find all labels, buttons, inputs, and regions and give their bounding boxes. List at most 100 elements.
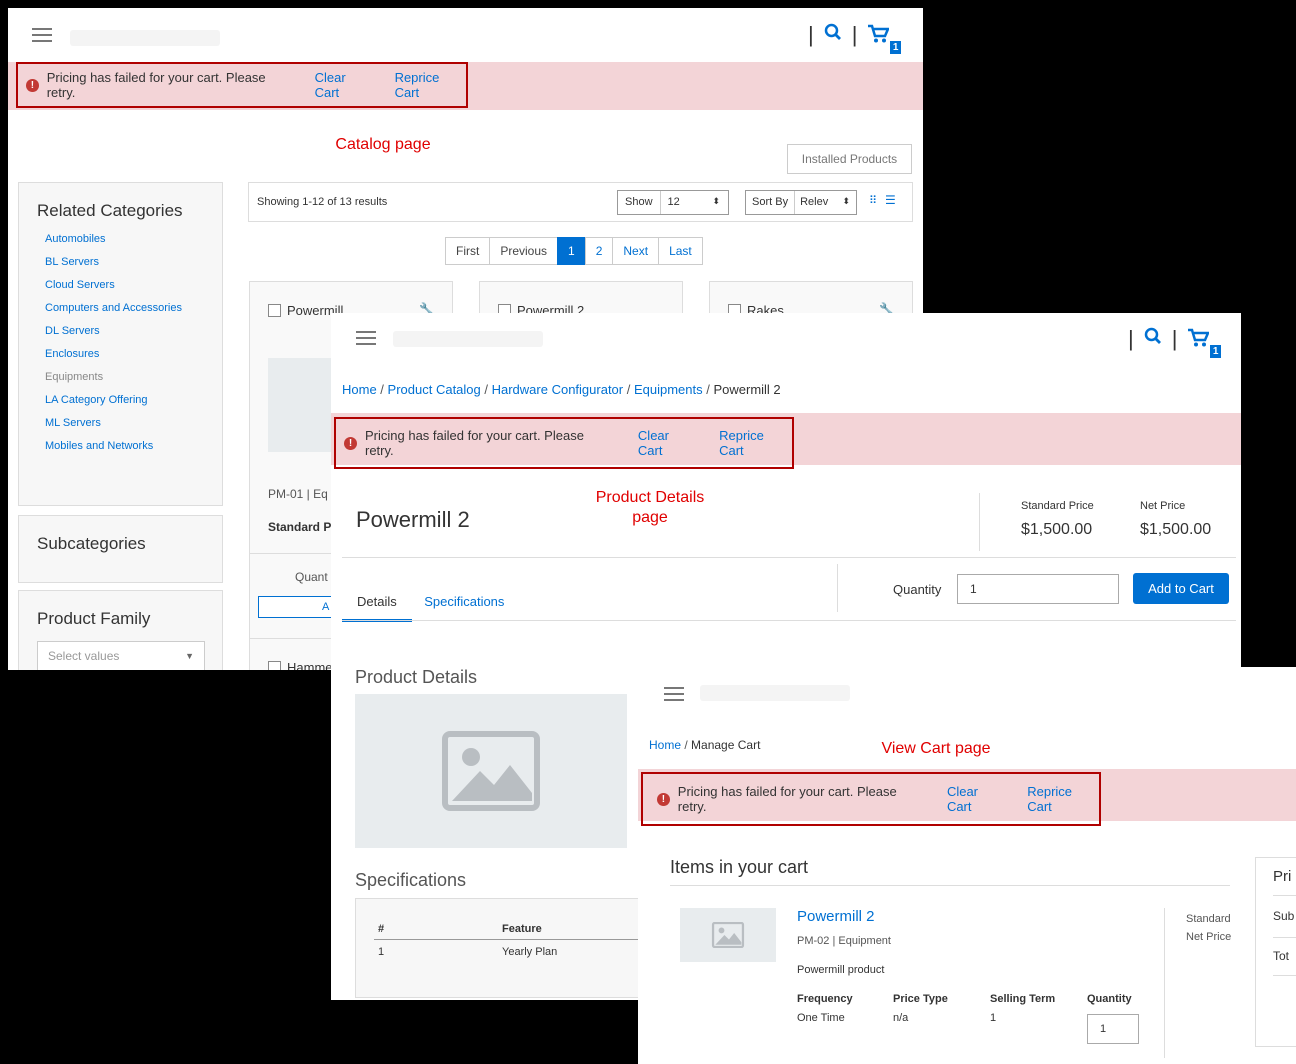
cart-item-name[interactable]: Powermill 2	[797, 908, 875, 925]
divider	[1273, 895, 1296, 896]
breadcrumb-item[interactable]: Home	[342, 382, 377, 397]
quantity-label: Quantity	[893, 582, 942, 597]
clear-cart-link[interactable]: Clear Cart	[947, 784, 1005, 814]
breadcrumb-item[interactable]: Home	[649, 738, 681, 752]
results-toolbar: Showing 1-12 of 13 results Show 12 ⬍ Sor…	[248, 182, 913, 222]
page-1[interactable]: 1	[557, 237, 586, 265]
alert-message: Pricing has failed for your cart. Please…	[677, 784, 897, 814]
page-last[interactable]: Last	[658, 237, 703, 265]
separator: |	[851, 22, 858, 47]
cart-icon[interactable]: 1	[867, 24, 902, 54]
clear-cart-link[interactable]: Clear Cart	[638, 428, 697, 458]
category-link[interactable]: Cloud Servers	[45, 279, 222, 291]
menu-icon[interactable]	[356, 331, 376, 345]
cart-field-label: Price Type	[893, 993, 948, 1005]
breadcrumb-item[interactable]: Hardware Configurator	[492, 382, 624, 397]
logo	[70, 30, 220, 46]
breadcrumb: Home / Manage Cart	[649, 738, 760, 752]
pricing-alert: ! Pricing has failed for your cart. Plea…	[641, 772, 1101, 826]
add-to-cart-button[interactable]: Add to Cart	[1133, 573, 1229, 604]
tab-specifications[interactable]: Specifications	[416, 588, 512, 619]
cart-field-label: Selling Term	[990, 993, 1056, 1005]
standard-price-label: Standard P	[268, 520, 332, 534]
reprice-cart-link[interactable]: Reprice Cart	[719, 428, 792, 458]
net-price-label: Net Price	[1140, 500, 1186, 512]
category-link[interactable]: Mobiles and Networks	[45, 440, 222, 452]
divider	[342, 620, 1236, 621]
cart-icon[interactable]: 1	[1187, 328, 1222, 358]
page-2[interactable]: 2	[584, 237, 614, 265]
sortby-select[interactable]: Sort By Relev ⬍	[745, 190, 857, 215]
menu-icon[interactable]	[32, 28, 52, 42]
breadcrumb-item[interactable]: Equipments	[634, 382, 703, 397]
total-label: Tot	[1273, 949, 1290, 963]
spec-row-number: 1	[378, 946, 385, 958]
divider	[342, 557, 1236, 558]
category-link[interactable]: Automobiles	[45, 233, 222, 245]
category-link[interactable]: ML Servers	[45, 417, 222, 429]
items-heading: Items in your cart	[670, 857, 809, 877]
pagination: First Previous 1 2 Next Last	[445, 237, 703, 265]
category-link[interactable]: BL Servers	[45, 256, 222, 268]
cart-header	[638, 667, 1296, 717]
compare-checkbox[interactable]	[268, 304, 281, 318]
tab-details[interactable]: Details	[342, 588, 412, 622]
standard-price-label: Standard Price	[1021, 500, 1094, 512]
show-select[interactable]: Show 12 ⬍	[617, 190, 729, 215]
catalog-header: | | 1	[8, 8, 923, 70]
price-summary-panel: Pri Sub Tot	[1255, 857, 1296, 1047]
chevron-down-icon: ▼	[185, 651, 194, 661]
cart-item-family: Equipment	[838, 935, 891, 947]
menu-icon[interactable]	[664, 687, 684, 701]
results-count: Showing 1-12 of 13 results	[257, 196, 388, 208]
divider	[1164, 908, 1165, 1058]
spec-header-feature: Feature	[502, 923, 542, 935]
related-categories-title: Related Categories	[37, 201, 183, 220]
spec-row-feature: Yearly Plan	[502, 946, 558, 958]
compare-checkbox[interactable]	[268, 661, 281, 670]
cart-item-description: Powermill product	[797, 964, 885, 976]
breadcrumb-item: Manage Cart	[691, 738, 761, 752]
page-first[interactable]: First	[445, 237, 491, 265]
category-link[interactable]: Computers and Accessories	[45, 302, 222, 314]
list-view-icon[interactable]: ☰	[885, 193, 896, 207]
alert-circle-icon: !	[344, 436, 357, 450]
clear-cart-link[interactable]: Clear Cart	[315, 70, 373, 100]
price-summary-title: Pri	[1273, 868, 1292, 885]
installed-products-button[interactable]: Installed Products	[787, 144, 912, 174]
product-family-select[interactable]: Select values ▼	[37, 641, 205, 670]
search-icon[interactable]	[824, 23, 842, 47]
cart-item-image	[680, 908, 776, 962]
sort-arrows-icon: ⬍	[712, 196, 720, 206]
separator: |	[1171, 326, 1178, 351]
standard-price-label: Standard	[1186, 913, 1231, 925]
product-family-title: Product Family	[37, 609, 151, 628]
grid-view-icon[interactable]: ⠿	[869, 194, 877, 207]
reprice-cart-link[interactable]: Reprice Cart	[395, 70, 466, 100]
pdp-header: | | 1	[331, 313, 1241, 365]
page-previous[interactable]: Previous	[489, 237, 559, 265]
breadcrumb-item[interactable]: Product Catalog	[388, 382, 481, 397]
page-next[interactable]: Next	[612, 237, 660, 265]
breadcrumb-separator: /	[623, 382, 634, 397]
product-name[interactable]: Hamme	[287, 660, 333, 670]
standard-price-value: $1,500.00	[1021, 521, 1093, 538]
reprice-cart-link[interactable]: Reprice Cart	[1027, 784, 1099, 814]
category-link[interactable]: DL Servers	[45, 325, 222, 337]
divider	[1273, 937, 1296, 938]
quantity-input[interactable]: 1	[1087, 1014, 1139, 1044]
category-link[interactable]: LA Category Offering	[45, 394, 222, 406]
breadcrumb-separator: /	[702, 382, 714, 397]
category-link[interactable]: Equipments	[45, 371, 222, 383]
add-to-cart-label: Add to Cart	[1148, 581, 1214, 596]
related-categories-panel: Related Categories Automobiles BL Servers…	[18, 182, 223, 506]
quantity-input[interactable]: 1	[957, 574, 1119, 604]
alert-message: Pricing has failed for your cart. Please…	[364, 428, 584, 458]
specifications-table: # Feature 1 Yearly Plan	[355, 898, 656, 998]
pricing-alert: ! Pricing has failed for your cart. Plea…	[334, 417, 794, 469]
category-link[interactable]: Enclosures	[45, 348, 222, 360]
add-to-cart-label: A	[322, 601, 330, 613]
divider	[837, 564, 838, 612]
search-icon[interactable]	[1144, 327, 1162, 351]
breadcrumb-separator: /	[480, 382, 492, 397]
